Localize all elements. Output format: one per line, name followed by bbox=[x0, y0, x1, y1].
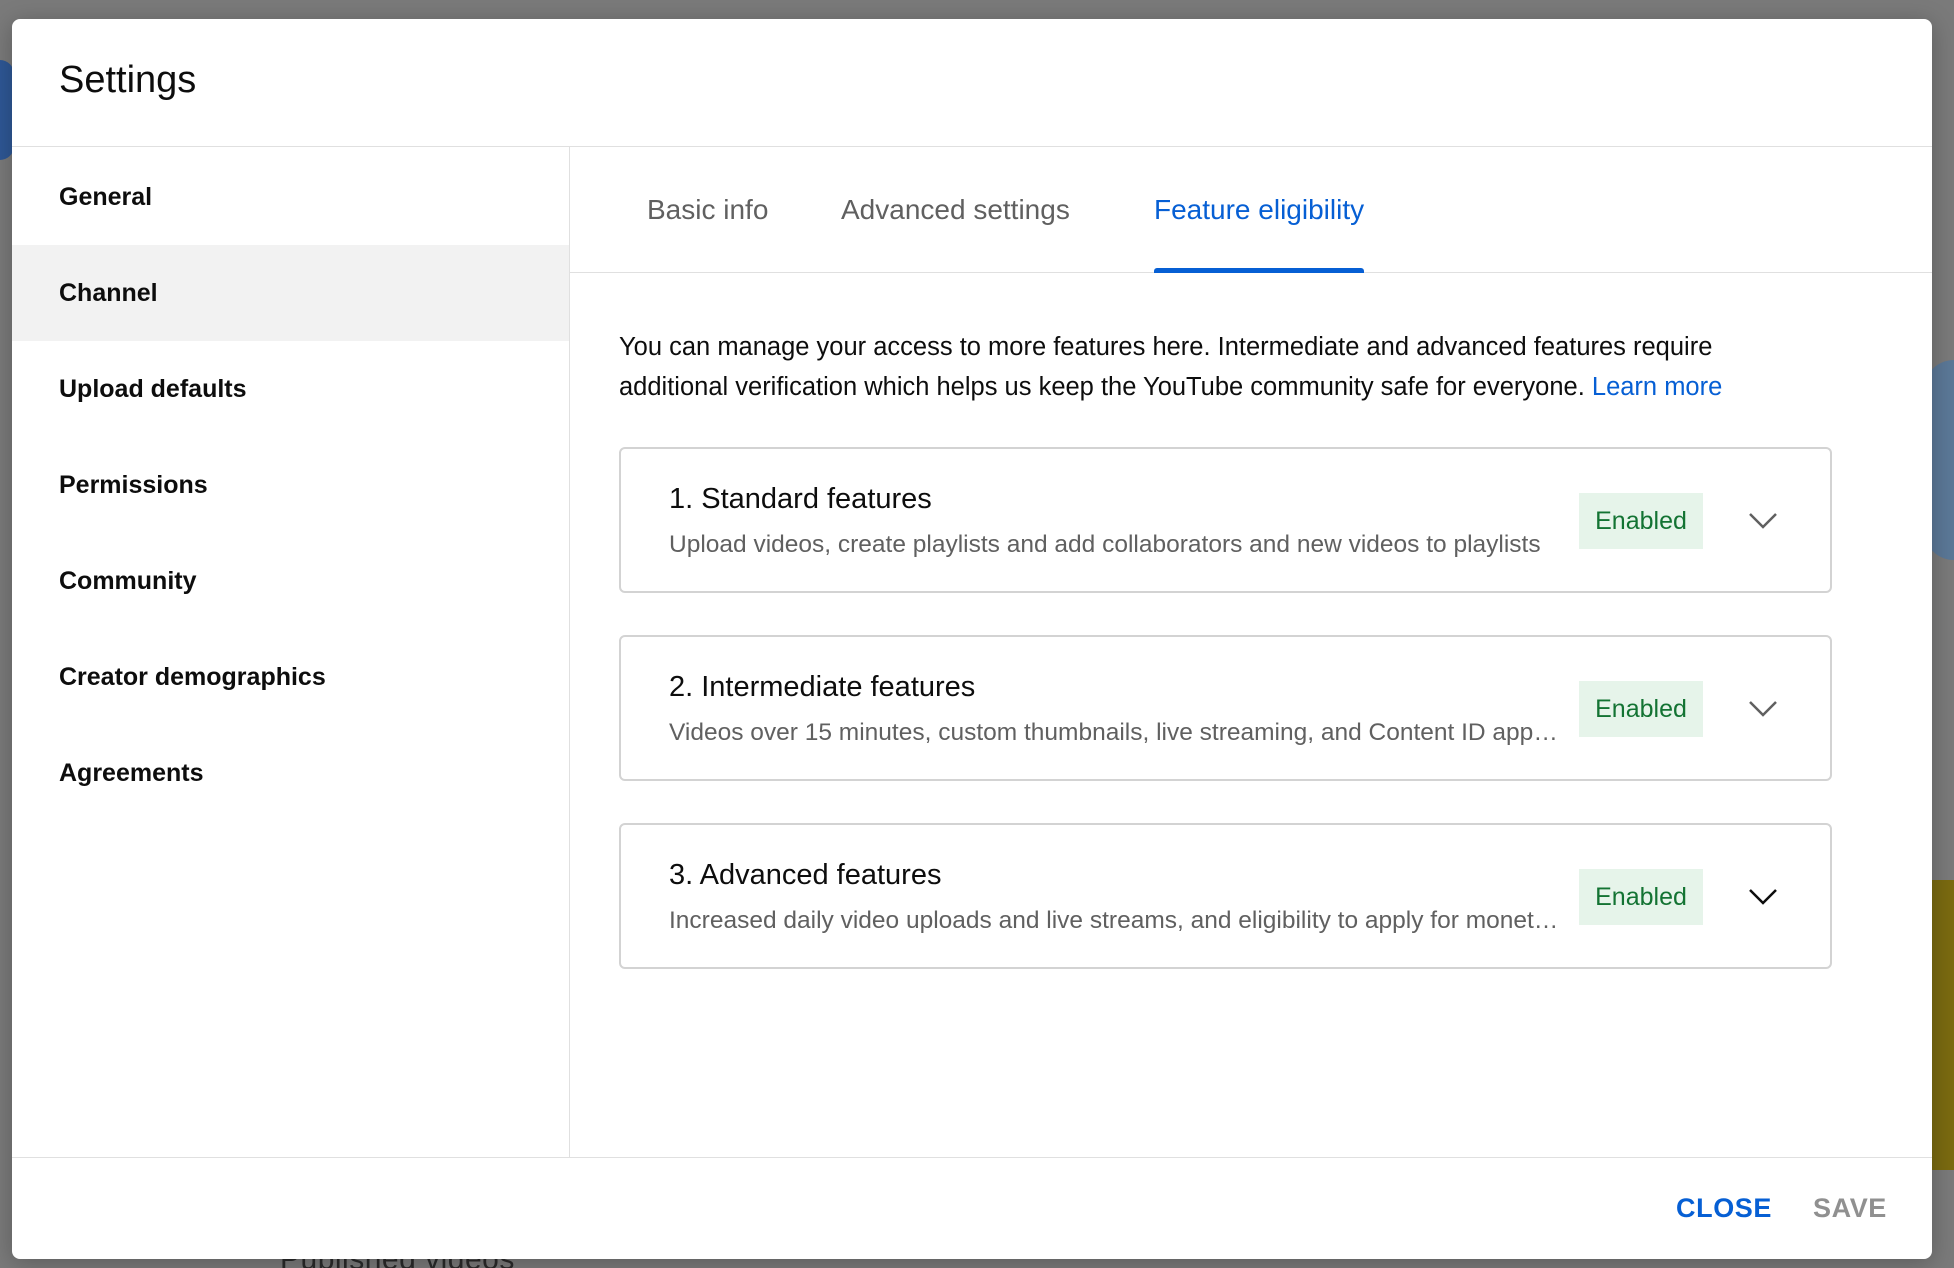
sidebar-item-general[interactable]: General bbox=[12, 149, 569, 245]
active-tab-indicator bbox=[1154, 268, 1365, 273]
feature-card-standard[interactable]: 1. Standard features Upload videos, crea… bbox=[619, 447, 1832, 593]
sidebar-item-label: Community bbox=[59, 566, 197, 595]
chevron-down-icon[interactable] bbox=[1741, 499, 1785, 543]
sidebar-item-upload-defaults[interactable]: Upload defaults bbox=[12, 341, 569, 437]
feature-title: 2. Intermediate features bbox=[669, 671, 976, 703]
tab-bar: Basic info Advanced settings Feature eli… bbox=[570, 147, 1932, 273]
intro-description: You can manage your access to more featu… bbox=[619, 333, 1713, 401]
feature-description: Increased daily video uploads and live s… bbox=[669, 907, 1559, 934]
tab-label: Basic info bbox=[647, 193, 769, 225]
intro-text: You can manage your access to more featu… bbox=[619, 327, 1819, 407]
settings-sidebar: General Channel Upload defaults Permissi… bbox=[12, 147, 570, 1157]
tab-feature-eligibility[interactable]: Feature eligibility bbox=[1154, 147, 1365, 273]
sidebar-item-label: Creator demographics bbox=[59, 662, 326, 691]
close-button[interactable]: CLOSE bbox=[1676, 1180, 1772, 1236]
tab-basic-info[interactable]: Basic info bbox=[647, 147, 768, 272]
status-badge: Enabled bbox=[1579, 869, 1703, 925]
sidebar-item-community[interactable]: Community bbox=[12, 533, 569, 629]
feature-card-advanced[interactable]: 3. Advanced features Increased daily vid… bbox=[619, 823, 1832, 969]
sidebar-item-channel[interactable]: Channel bbox=[12, 245, 569, 341]
sidebar-item-permissions[interactable]: Permissions bbox=[12, 437, 569, 533]
sidebar-item-label: Channel bbox=[59, 278, 158, 307]
save-button[interactable]: SAVE bbox=[1813, 1180, 1887, 1236]
dialog-title: Settings bbox=[59, 59, 197, 101]
background-video-thumbnail-fragment bbox=[1932, 880, 1954, 1170]
feature-title: 1. Standard features bbox=[669, 483, 932, 515]
learn-more-link[interactable]: Learn more bbox=[1592, 373, 1722, 401]
feature-description: Upload videos, create playlists and add … bbox=[669, 531, 1541, 558]
tab-label: Feature eligibility bbox=[1154, 193, 1365, 225]
sidebar-item-creator-demographics[interactable]: Creator demographics bbox=[12, 629, 569, 725]
chevron-down-icon[interactable] bbox=[1741, 687, 1785, 731]
status-badge: Enabled bbox=[1579, 681, 1703, 737]
sidebar-item-label: Permissions bbox=[59, 470, 208, 499]
sidebar-item-agreements[interactable]: Agreements bbox=[12, 725, 569, 821]
feature-card-intermediate[interactable]: 2. Intermediate features Videos over 15 … bbox=[619, 635, 1832, 781]
settings-content: Basic info Advanced settings Feature eli… bbox=[570, 147, 1932, 1157]
dialog-footer: CLOSE SAVE bbox=[12, 1157, 1932, 1259]
sidebar-item-label: Upload defaults bbox=[59, 374, 247, 403]
tab-advanced-settings[interactable]: Advanced settings bbox=[841, 147, 1070, 272]
sidebar-item-label: Agreements bbox=[59, 758, 204, 787]
status-badge: Enabled bbox=[1579, 493, 1703, 549]
feature-title: 3. Advanced features bbox=[669, 859, 942, 891]
tab-label: Advanced settings bbox=[841, 193, 1070, 225]
chevron-down-icon[interactable] bbox=[1741, 875, 1785, 919]
settings-dialog: Settings General Channel Upload defaults… bbox=[12, 19, 1932, 1259]
feature-description: Videos over 15 minutes, custom thumbnail… bbox=[669, 719, 1559, 746]
dialog-header: Settings bbox=[12, 19, 1932, 147]
sidebar-item-label: General bbox=[59, 182, 153, 211]
